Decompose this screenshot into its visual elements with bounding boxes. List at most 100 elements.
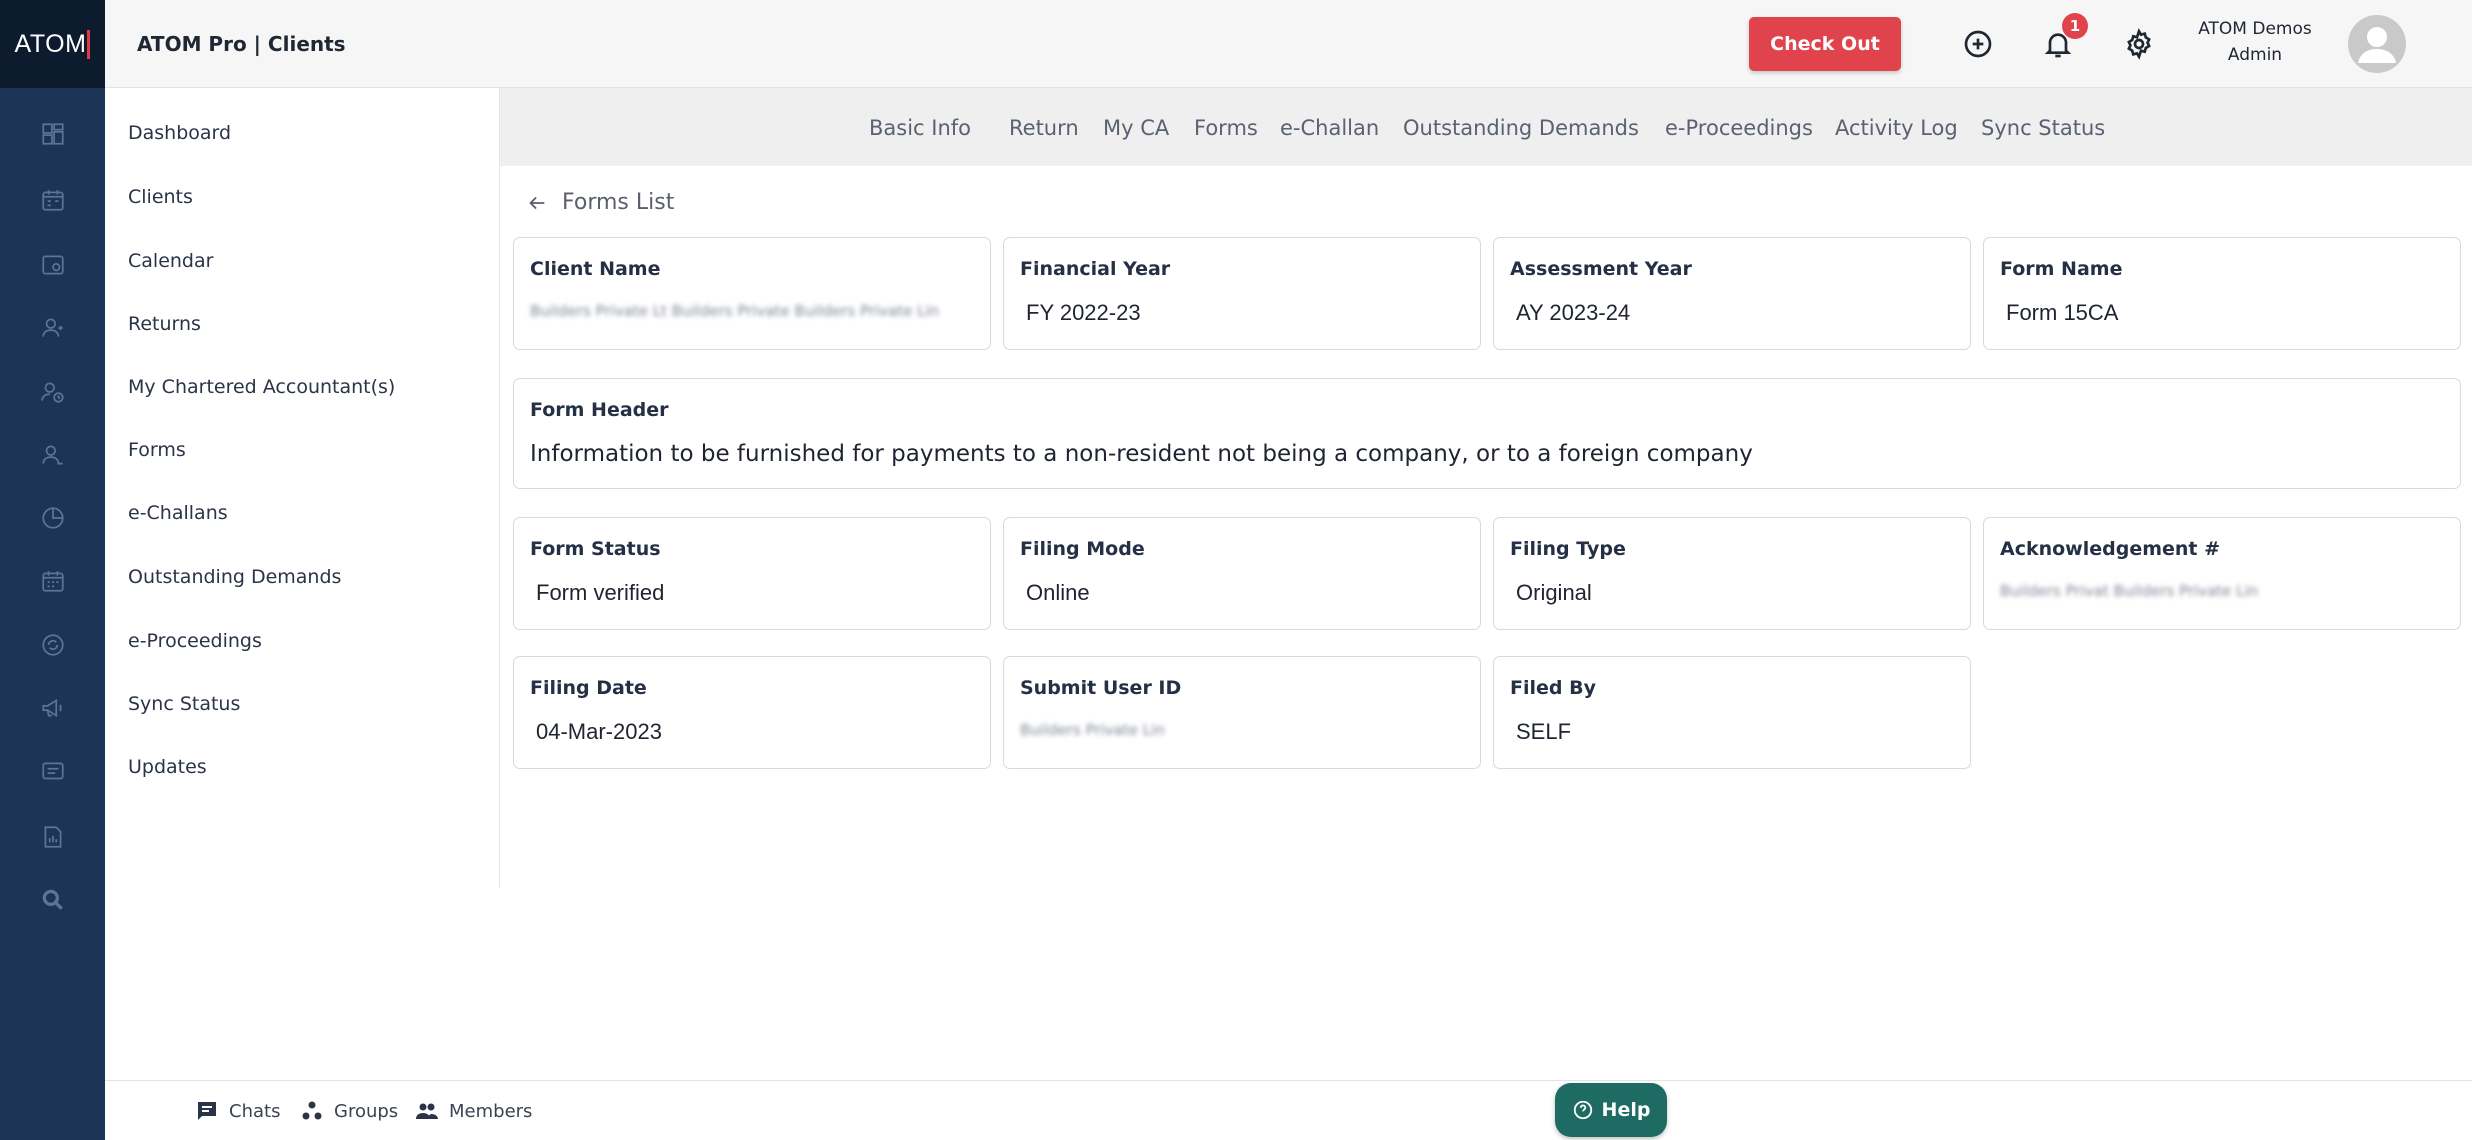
field-value: Information to be furnished for payments… [530, 441, 1753, 467]
field-label: Form Status [530, 538, 661, 560]
field-value: SELF [1516, 719, 1572, 744]
calendar-grid-icon[interactable] [0, 561, 105, 601]
card-form-status: Form Status Form verified [513, 517, 991, 630]
card-filing-mode: Filing Mode Online [1003, 517, 1481, 630]
card-filed-by: Filed By SELF [1493, 656, 1971, 769]
sidebar-item-dashboard[interactable]: Dashboard [128, 122, 231, 144]
sidebar-item-forms[interactable]: Forms [128, 439, 186, 461]
field-value-redacted: Builders Private Lin [1020, 721, 1165, 739]
chat-bubble-icon [198, 1102, 216, 1120]
logo-text: ATO [14, 29, 66, 58]
check-out-button[interactable]: Check Out [1749, 17, 1901, 71]
sidebar-item-updates[interactable]: Updates [128, 756, 207, 778]
search-icon[interactable] [0, 880, 105, 920]
tab-my-ca[interactable]: My CA [1103, 116, 1169, 140]
members-button[interactable]: Members [415, 1099, 532, 1123]
field-value-redacted: Builders Privat Builders Private Lin [2000, 582, 2259, 600]
help-button[interactable]: Help [1555, 1083, 1667, 1137]
sidebar-item-returns[interactable]: Returns [128, 313, 201, 335]
card-financial-year: Financial Year FY 2022-23 [1003, 237, 1481, 350]
tab-e-challan[interactable]: e-Challan [1280, 116, 1379, 140]
back-label: Forms List [562, 190, 675, 215]
sidebar-item-sync-status[interactable]: Sync Status [128, 693, 240, 715]
chats-button[interactable]: Chats [195, 1099, 280, 1123]
field-value: Online [1026, 580, 1090, 605]
members-label: Members [449, 1100, 533, 1122]
field-value: 04-Mar-2023 [536, 719, 662, 744]
field-label: Filing Type [1510, 538, 1626, 560]
logo-text-last: M [65, 29, 91, 59]
field-value: Form verified [536, 580, 665, 605]
card-assessment-year: Assessment Year AY 2023-24 [1493, 237, 1971, 350]
help-label: Help [1601, 1099, 1651, 1121]
tab-sync-status[interactable]: Sync Status [1981, 116, 2105, 140]
groups-button[interactable]: Groups [300, 1099, 398, 1123]
tab-outstanding-demands[interactable]: Outstanding Demands [1403, 116, 1639, 140]
clients-icon[interactable] [0, 245, 105, 285]
tab-return[interactable]: Return [1009, 116, 1079, 140]
card-filing-date: Filing Date 04-Mar-2023 [513, 656, 991, 769]
field-label: Financial Year [1020, 258, 1171, 280]
tab-forms[interactable]: Forms [1194, 116, 1258, 140]
user-info[interactable]: ATOM Demos Admin [2180, 16, 2330, 68]
sidebar-item-calendar[interactable]: Calendar [128, 250, 213, 272]
back-to-forms-list[interactable]: Forms List [526, 190, 674, 215]
sidebar-item-my-ca[interactable]: My Chartered Accountant(s) [128, 376, 395, 398]
field-value: Form 15CA [2006, 300, 2119, 325]
card-acknowledgement: Acknowledgement # Builders Privat Builde… [1983, 517, 2461, 630]
gear-icon[interactable] [2121, 26, 2157, 62]
refresh-icon[interactable] [0, 625, 105, 665]
field-label: Form Header [530, 399, 669, 421]
sidebar-item-e-challans[interactable]: e-Challans [128, 502, 228, 524]
client-tabs: Basic Info Return My CA Forms e-Challan … [500, 88, 2472, 166]
dashboard-icon[interactable] [0, 114, 105, 154]
user-role: Admin [2227, 45, 2283, 65]
sidebar-item-outstanding-demands[interactable]: Outstanding Demands [128, 566, 341, 588]
card-form-header: Form Header Information to be furnished … [513, 378, 2461, 489]
user-icon[interactable] [0, 308, 105, 348]
member-icon[interactable] [0, 435, 105, 475]
sidebar-nav: Dashboard Clients Calendar Returns My Ch… [105, 88, 500, 888]
help-icon [1573, 1100, 1592, 1120]
avatar-icon[interactable] [2348, 15, 2406, 73]
field-label: Submit User ID [1020, 677, 1182, 699]
field-label: Form Name [2000, 258, 2123, 280]
field-value: FY 2022-23 [1026, 300, 1141, 325]
top-bar: ATOM Pro | Clients Check Out 1 ATOM Demo… [105, 0, 2472, 88]
chats-label: Chats [229, 1100, 281, 1122]
page-title: ATOM Pro | Clients [137, 32, 346, 56]
field-label: Filing Mode [1020, 538, 1145, 560]
card-client-name: Client Name Builders Private Lt Builders… [513, 237, 991, 350]
notification-badge: 1 [2062, 13, 2088, 39]
sidebar-item-clients[interactable]: Clients [128, 186, 193, 208]
card-submit-user-id: Submit User ID Builders Private Lin [1003, 656, 1481, 769]
field-label: Filed By [1510, 677, 1596, 699]
atom-logo[interactable]: ATO M [0, 0, 105, 88]
card-form-name: Form Name Form 15CA [1983, 237, 2461, 350]
chat-icon[interactable] [0, 752, 105, 792]
icon-rail: ATO M [0, 0, 105, 1140]
groups-icon [302, 1101, 322, 1120]
field-value-redacted: Builders Private Lt Builders Private Bui… [530, 302, 940, 320]
groups-label: Groups [334, 1100, 399, 1122]
sidebar-item-e-proceedings[interactable]: e-Proceedings [128, 630, 262, 652]
calendar-icon[interactable] [0, 180, 105, 220]
tab-basic-info[interactable]: Basic Info [869, 116, 971, 140]
field-value: Original [1516, 580, 1592, 605]
field-value: AY 2023-24 [1516, 300, 1631, 325]
field-label: Client Name [530, 258, 661, 280]
add-circle-icon[interactable] [1960, 26, 1996, 62]
tab-activity-log[interactable]: Activity Log [1835, 116, 1958, 140]
field-label: Acknowledgement # [2000, 538, 2221, 560]
report-icon[interactable] [0, 817, 105, 857]
returns-icon[interactable] [0, 372, 105, 412]
megaphone-icon[interactable] [0, 688, 105, 728]
pie-chart-icon[interactable] [0, 498, 105, 538]
members-icon [416, 1103, 438, 1119]
field-label: Assessment Year [1510, 258, 1692, 280]
field-label: Filing Date [530, 677, 647, 699]
bottom-bar: Chats Groups Members [105, 1080, 2472, 1140]
user-name: ATOM Demos [2198, 19, 2312, 39]
card-filing-type: Filing Type Original [1493, 517, 1971, 630]
tab-e-proceedings[interactable]: e-Proceedings [1665, 116, 1813, 140]
